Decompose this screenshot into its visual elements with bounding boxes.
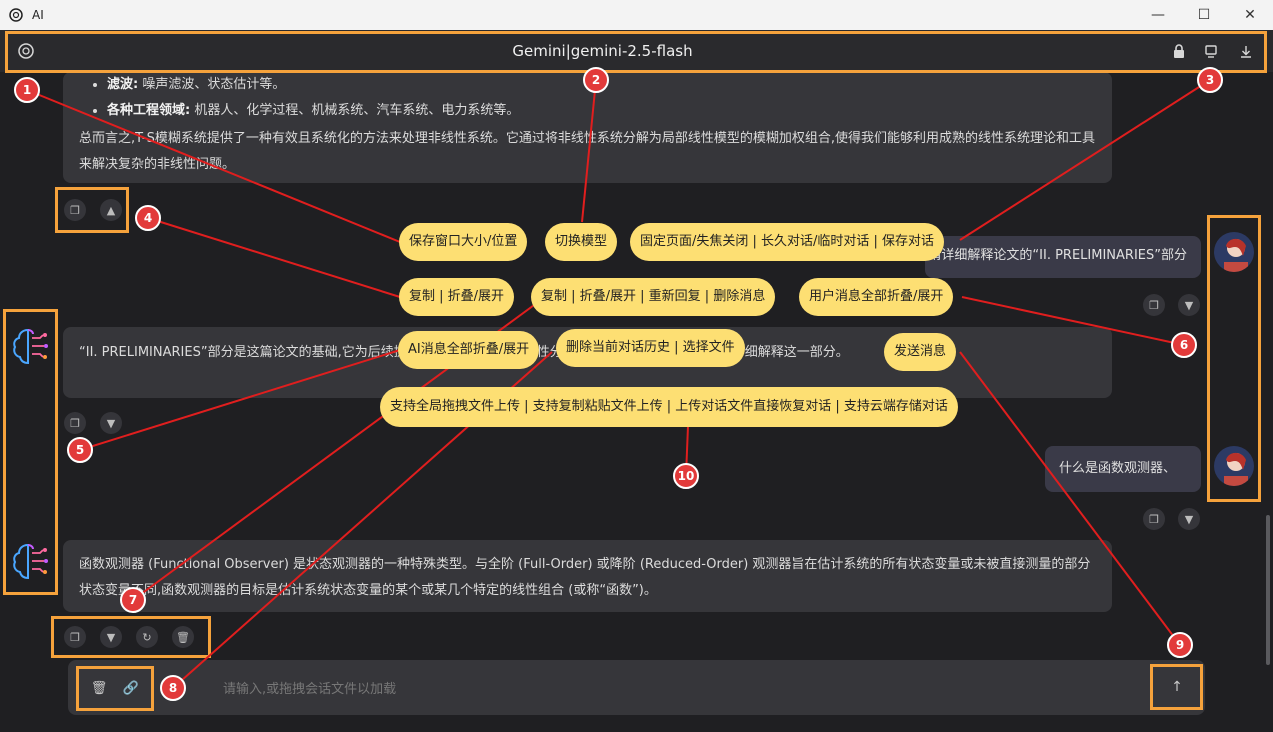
- badge-9: 9: [1167, 632, 1193, 658]
- chat-header: Gemini|gemini-2.5-flash: [0, 30, 1273, 72]
- badge-5: 5: [67, 437, 93, 463]
- model-title[interactable]: Gemini|gemini-2.5-flash: [0, 42, 1205, 60]
- badge-7: 7: [120, 587, 146, 613]
- callout-message-actions: 复制 | 折叠/展开 | 重新回复 | 删除消息: [531, 278, 776, 316]
- chat-input-bar: 🗑 🔗 请输入,或拖拽会话文件以加载 ↑: [68, 660, 1205, 715]
- download-icon[interactable]: [1237, 42, 1255, 60]
- callout-ai-collapse-all: AI消息全部折叠/展开: [398, 331, 540, 369]
- trash-icon[interactable]: 🗑: [88, 677, 110, 699]
- badge-10: 10: [673, 463, 699, 489]
- ai-message-text: 函数观测器 (Functional Observer) 是状态观测器的一种特殊类…: [79, 557, 1091, 598]
- callout-send-message: 发送消息: [884, 333, 957, 371]
- regenerate-icon[interactable]: ↻: [136, 626, 158, 648]
- callout-delete-history: 删除当前对话历史 | 选择文件: [556, 329, 745, 367]
- copy-icon[interactable]: ❐: [1143, 294, 1165, 316]
- badge-8: 8: [160, 675, 186, 701]
- scrollbar-thumb[interactable]: [1266, 515, 1270, 665]
- badge-4: 4: [135, 205, 161, 231]
- copy-icon[interactable]: ❐: [64, 412, 86, 434]
- cup-icon[interactable]: [1203, 42, 1221, 60]
- expand-down-icon[interactable]: ▼: [1178, 294, 1200, 316]
- user-message: 请详细解释论文的“II. PRELIMINARIES”部分: [925, 236, 1201, 278]
- user-message: 什么是函数观测器、: [1045, 446, 1201, 492]
- collapse-up-icon[interactable]: ▲: [100, 199, 122, 221]
- window-title: AI: [32, 8, 44, 22]
- lock-icon[interactable]: [1170, 42, 1188, 60]
- ai-brain-icon[interactable]: [8, 539, 52, 583]
- openai-logo-icon: [9, 8, 23, 22]
- user-message-text: 什么是函数观测器、: [1059, 461, 1177, 476]
- callout-switch-model: 切换模型: [545, 223, 618, 261]
- copy-icon[interactable]: ❐: [1143, 508, 1165, 530]
- user-message-text: 请详细解释论文的“II. PRELIMINARIES”部分: [928, 248, 1187, 263]
- badge-6: 6: [1171, 332, 1197, 358]
- close-button[interactable]: ✕: [1227, 0, 1273, 30]
- expand-down-icon[interactable]: ▼: [100, 412, 122, 434]
- badge-2: 2: [583, 67, 609, 93]
- link-icon[interactable]: 🔗: [120, 677, 142, 699]
- callout-copy-collapse: 复制 | 折叠/展开: [399, 278, 515, 316]
- ai-brain-icon[interactable]: [8, 324, 52, 368]
- callout-user-collapse-all: 用户消息全部折叠/展开: [799, 278, 954, 316]
- badge-1: 1: [14, 77, 40, 103]
- callout-save-window: 保存窗口大小/位置: [399, 223, 528, 261]
- send-arrow-icon[interactable]: ↑: [1166, 676, 1188, 698]
- user-avatar[interactable]: [1214, 446, 1254, 486]
- badge-3: 3: [1197, 67, 1223, 93]
- copy-icon[interactable]: ❐: [64, 626, 86, 648]
- copy-icon[interactable]: ❐: [64, 199, 86, 221]
- window-titlebar: AI — ☐ ✕: [0, 0, 1273, 30]
- ai-message: 函数观测器 (Functional Observer) 是状态观测器的一种特殊类…: [63, 540, 1112, 612]
- maximize-button[interactable]: ☐: [1181, 0, 1227, 30]
- expand-down-icon[interactable]: ▼: [100, 626, 122, 648]
- user-avatar[interactable]: [1214, 232, 1254, 272]
- ai-message-text: 总而言之,T-S模糊系统提供了一种有效且系统化的方法来处理非线性系统。它通过将非…: [79, 131, 1095, 172]
- callout-header-actions: 固定页面/失焦关闭 | 长久对话/临时对话 | 保存对话: [630, 223, 945, 261]
- expand-down-icon[interactable]: ▼: [1178, 508, 1200, 530]
- trash-icon[interactable]: 🗑: [172, 626, 194, 648]
- chat-input[interactable]: 请输入,或拖拽会话文件以加载: [223, 678, 396, 697]
- callout-file-upload: 支持全局拖拽文件上传 | 支持复制粘贴文件上传 | 上传对话文件直接恢复对话 |…: [380, 387, 958, 427]
- minimize-button[interactable]: —: [1135, 0, 1181, 30]
